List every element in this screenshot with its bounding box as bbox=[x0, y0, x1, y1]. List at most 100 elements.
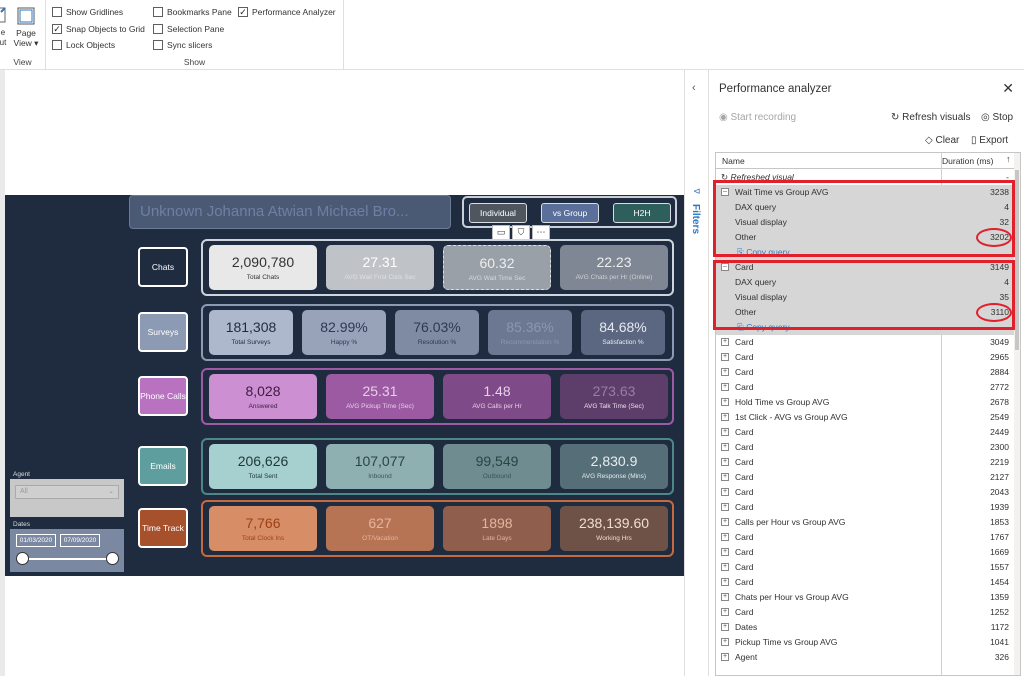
clear-button[interactable]: ◇ Clear bbox=[925, 135, 959, 146]
date-from-input[interactable]: 01/03/2020 bbox=[16, 534, 56, 547]
kpi-card[interactable]: 82.99% Happy % bbox=[302, 310, 386, 355]
filter-icon[interactable]: ⛉ bbox=[512, 225, 530, 240]
expand-icon[interactable]: + bbox=[721, 518, 729, 526]
kpi-card[interactable]: 8,028 Answered bbox=[209, 374, 317, 419]
page-view-button[interactable]: Page View ▾ bbox=[12, 6, 40, 48]
kpi-card[interactable]: 84.68% Satisfaction % bbox=[581, 310, 665, 355]
table-row[interactable]: + Card 2772 bbox=[716, 380, 1016, 395]
expand-icon[interactable]: + bbox=[721, 623, 729, 631]
category-button-emails[interactable]: Emails bbox=[138, 446, 188, 486]
checkbox-box[interactable] bbox=[153, 7, 163, 17]
refresh-visuals-button[interactable]: ↻ Refresh visuals bbox=[891, 112, 971, 123]
expand-icon[interactable]: + bbox=[721, 653, 729, 661]
checkbox-0[interactable]: Show Gridlines bbox=[52, 6, 123, 18]
date-range-end-handle[interactable] bbox=[106, 552, 119, 565]
nav-vs-group-button[interactable]: vs Group bbox=[541, 203, 599, 223]
kpi-card[interactable]: 273.63 AVG Talk Time (Sec) bbox=[560, 374, 668, 419]
expand-icon[interactable]: + bbox=[721, 443, 729, 451]
table-row[interactable]: + Card 1939 bbox=[716, 500, 1016, 515]
checkbox-1[interactable]: ✓ Snap Objects to Grid bbox=[52, 23, 145, 35]
table-row[interactable]: + Pickup Time vs Group AVG 1041 bbox=[716, 635, 1016, 650]
expand-icon[interactable]: + bbox=[721, 413, 729, 421]
start-recording-button[interactable]: ◉ Start recording bbox=[719, 112, 796, 123]
nav-individual-button[interactable]: Individual bbox=[469, 203, 527, 223]
table-row[interactable]: + Card 2965 bbox=[716, 350, 1016, 365]
table-row[interactable]: + Card 1767 bbox=[716, 530, 1016, 545]
column-name-header[interactable]: Name bbox=[722, 156, 745, 166]
expand-icon[interactable]: + bbox=[721, 548, 729, 556]
expand-icon[interactable]: + bbox=[721, 353, 729, 361]
category-button-chats[interactable]: Chats bbox=[138, 247, 188, 287]
table-row[interactable]: + Card 1557 bbox=[716, 560, 1016, 575]
checkbox-5[interactable]: Sync slicers bbox=[153, 39, 212, 51]
table-row[interactable]: + Card 3049 bbox=[716, 335, 1016, 350]
kpi-card[interactable]: 25.31 AVG Pickup Time (Sec) bbox=[326, 374, 434, 419]
kpi-card[interactable]: 206,626 Total Sent bbox=[209, 444, 317, 489]
expand-icon[interactable]: + bbox=[721, 338, 729, 346]
checkbox-4[interactable]: Selection Pane bbox=[153, 23, 224, 35]
more-options-icon[interactable]: ⋯ bbox=[532, 225, 550, 240]
checkmark-icon[interactable]: ✓ bbox=[238, 7, 248, 17]
table-row[interactable]: + Card 2127 bbox=[716, 470, 1016, 485]
kpi-card[interactable]: 2,090,780 Total Chats bbox=[209, 245, 317, 290]
expand-icon[interactable]: + bbox=[721, 488, 729, 496]
table-row[interactable]: + Calls per Hour vs Group AVG 1853 bbox=[716, 515, 1016, 530]
expand-icon[interactable]: + bbox=[721, 428, 729, 436]
kpi-card[interactable]: 181,308 Total Surveys bbox=[209, 310, 293, 355]
stop-button[interactable]: ◎ Stop bbox=[981, 112, 1013, 123]
checkbox-box[interactable] bbox=[52, 7, 62, 17]
expand-icon[interactable]: + bbox=[721, 578, 729, 586]
nav-h2h-button[interactable]: H2H bbox=[613, 203, 671, 223]
column-duration-header[interactable]: Duration (ms) bbox=[942, 156, 993, 166]
expand-icon[interactable]: + bbox=[721, 503, 729, 511]
kpi-card[interactable]: 7,766 Total Clock Ins bbox=[209, 506, 317, 551]
checkbox-3[interactable]: Bookmarks Pane bbox=[153, 6, 232, 18]
kpi-card[interactable]: 85.36% Recommendation % bbox=[488, 310, 572, 355]
expand-icon[interactable]: + bbox=[721, 593, 729, 601]
layout-button[interactable]: e ut bbox=[0, 6, 8, 48]
expand-icon[interactable]: + bbox=[721, 608, 729, 616]
kpi-card[interactable]: 99,549 Outbound bbox=[443, 444, 551, 489]
agent-dropdown[interactable]: All ⌄ bbox=[15, 485, 119, 499]
kpi-card[interactable]: 1898 Late Days bbox=[443, 506, 551, 551]
table-row[interactable]: + Card 2219 bbox=[716, 455, 1016, 470]
expand-icon[interactable]: + bbox=[721, 563, 729, 571]
kpi-card[interactable]: 2,830.9 AVG Response (Mins) bbox=[560, 444, 668, 489]
kpi-card[interactable]: 76.03% Resolution % bbox=[395, 310, 479, 355]
kpi-card[interactable]: 60.32 AVG Wait Time Sec bbox=[443, 245, 551, 290]
kpi-card[interactable]: 1.48 AVG Calls per Hr bbox=[443, 374, 551, 419]
expand-icon[interactable]: + bbox=[721, 458, 729, 466]
export-button[interactable]: ▯ Export bbox=[971, 135, 1008, 146]
focus-mode-icon[interactable]: ▭ bbox=[492, 225, 510, 240]
expand-icon[interactable]: + bbox=[721, 383, 729, 391]
table-row[interactable]: + Card 2884 bbox=[716, 365, 1016, 380]
table-row[interactable]: + Card 2300 bbox=[716, 440, 1016, 455]
category-button-phone-calls[interactable]: Phone Calls bbox=[138, 376, 188, 416]
checkbox-box[interactable] bbox=[153, 40, 163, 50]
checkbox-2[interactable]: Lock Objects bbox=[52, 39, 115, 51]
close-icon[interactable]: ✕ bbox=[1002, 80, 1014, 97]
category-button-surveys[interactable]: Surveys bbox=[138, 312, 188, 352]
filters-tab[interactable]: Filters bbox=[690, 204, 701, 234]
category-button-time-track[interactable]: Time Track bbox=[138, 508, 188, 548]
kpi-card[interactable]: 627 OT/Vacation bbox=[326, 506, 434, 551]
table-row[interactable]: + Card 1252 bbox=[716, 605, 1016, 620]
chevron-left-icon[interactable]: ‹ bbox=[692, 82, 696, 94]
table-row[interactable]: + Chats per Hour vs Group AVG 1359 bbox=[716, 590, 1016, 605]
table-row[interactable]: + Agent 326 bbox=[716, 650, 1016, 665]
kpi-card[interactable]: 22.23 AVG Chats per Hr (Online) bbox=[560, 245, 668, 290]
table-row[interactable]: +1st Click - AVG vs Group AVG 2549 bbox=[716, 410, 1016, 425]
table-row[interactable]: + Card 1454 bbox=[716, 575, 1016, 590]
kpi-card[interactable]: 27.31 AVG Wait First Click Sec bbox=[326, 245, 434, 290]
expand-icon[interactable]: + bbox=[721, 473, 729, 481]
checkbox-box[interactable] bbox=[153, 24, 163, 34]
expand-icon[interactable]: + bbox=[721, 368, 729, 376]
table-row[interactable]: + Card 1669 bbox=[716, 545, 1016, 560]
date-range-start-handle[interactable] bbox=[16, 552, 29, 565]
expand-icon[interactable]: + bbox=[721, 638, 729, 646]
checkbox-box[interactable] bbox=[52, 40, 62, 50]
table-row[interactable]: + Hold Time vs Group AVG 2678 bbox=[716, 395, 1016, 410]
scrollbar-thumb[interactable] bbox=[1015, 170, 1019, 350]
checkbox-6[interactable]: ✓ Performance Analyzer bbox=[238, 6, 336, 18]
checkmark-icon[interactable]: ✓ bbox=[52, 24, 62, 34]
